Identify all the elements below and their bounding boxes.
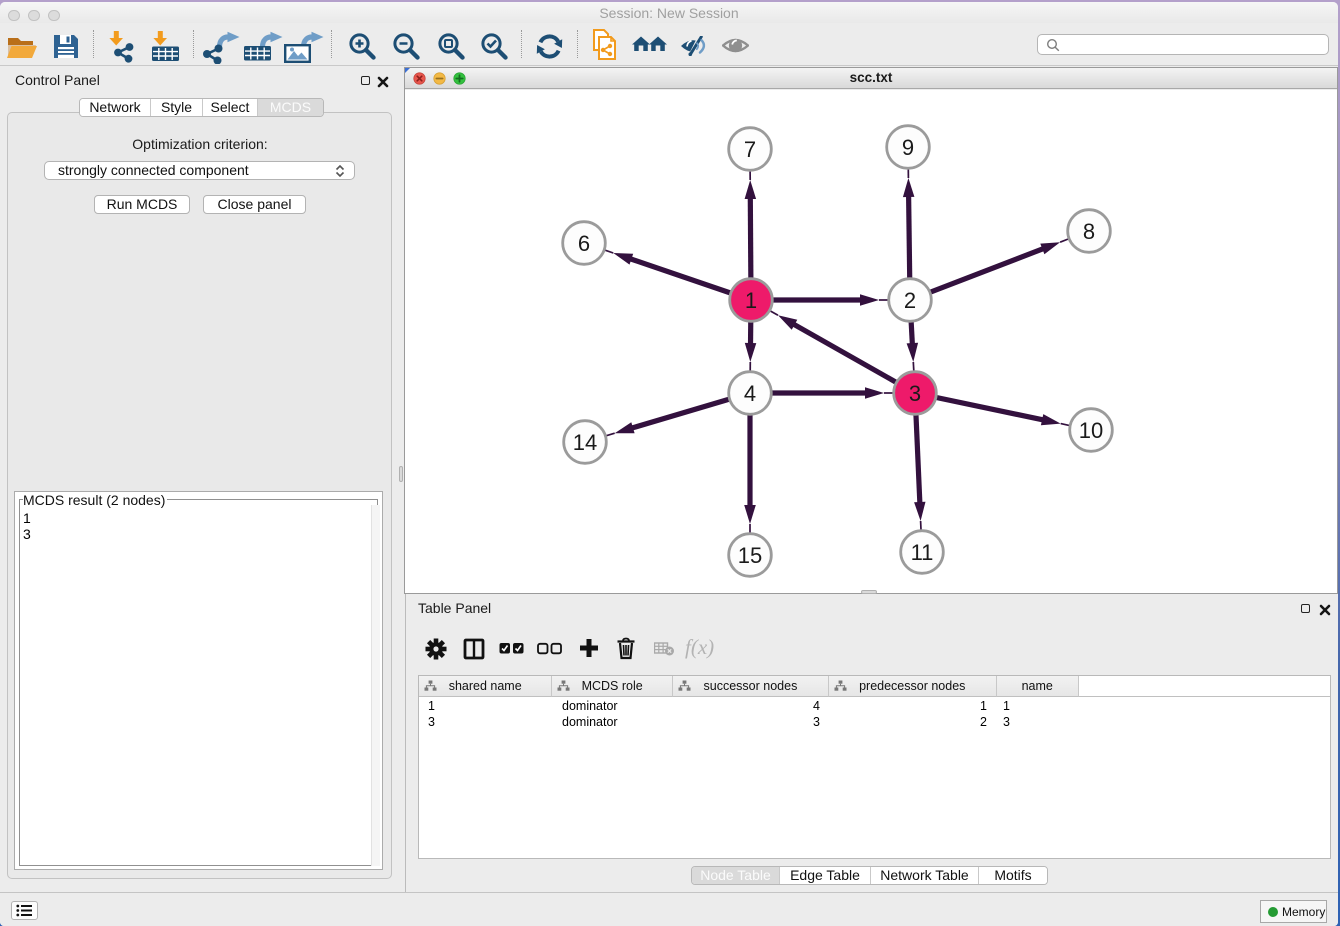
svg-text:10: 10: [1079, 418, 1103, 443]
svg-text:7: 7: [744, 137, 756, 162]
svg-text:8: 8: [1083, 219, 1095, 244]
svg-text:1: 1: [745, 288, 757, 313]
svg-text:14: 14: [573, 430, 597, 455]
svg-text:6: 6: [578, 231, 590, 256]
svg-text:3: 3: [909, 381, 921, 406]
svg-text:2: 2: [904, 288, 916, 313]
svg-text:15: 15: [738, 543, 762, 568]
svg-text:4: 4: [744, 381, 756, 406]
svg-text:11: 11: [911, 540, 934, 565]
svg-text:9: 9: [902, 135, 914, 160]
